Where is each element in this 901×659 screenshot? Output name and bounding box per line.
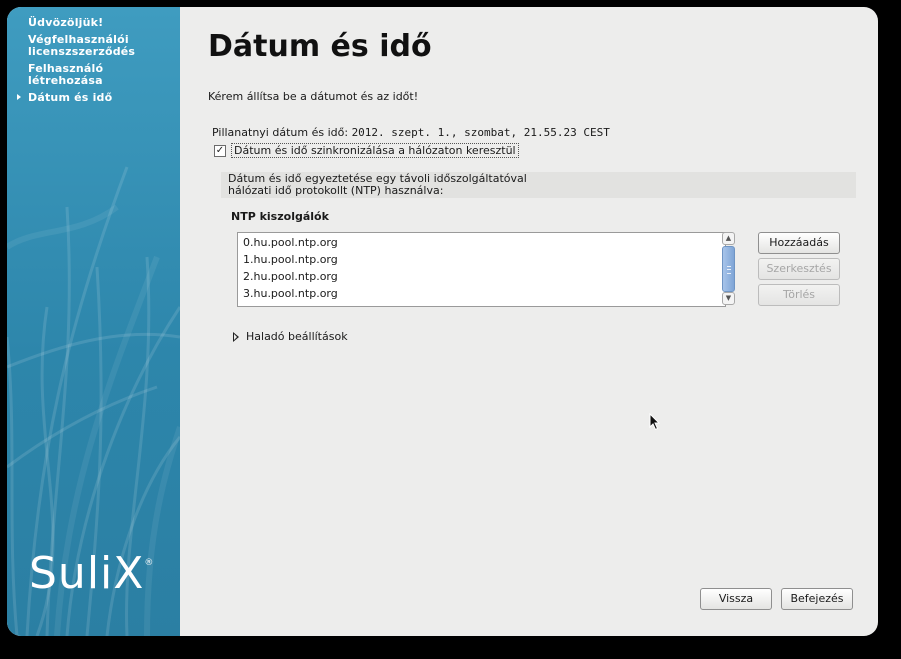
- step-date-time: Dátum és idő: [7, 92, 180, 104]
- current-datetime-value: 2012. szept. 1., szombat, 21.55.23 CEST: [351, 126, 610, 139]
- back-button[interactable]: Vissza: [700, 588, 772, 610]
- list-item[interactable]: 1.hu.pool.ntp.org: [243, 251, 725, 268]
- sync-checkbox[interactable]: ✓: [214, 144, 226, 157]
- registered-mark: ®: [144, 558, 155, 568]
- advanced-settings-label[interactable]: Haladó beállítások: [246, 330, 348, 343]
- step-create-user: Felhasználó létrehozása: [7, 63, 180, 87]
- page-title: Dátum és idő: [208, 29, 432, 64]
- content-pane: Dátum és idő Kérem állítsa be a dátumot …: [180, 7, 878, 636]
- scroll-up-icon[interactable]: ▲: [722, 232, 735, 245]
- ntp-server-list[interactable]: 0.hu.pool.ntp.org 1.hu.pool.ntp.org 2.hu…: [237, 232, 726, 307]
- add-server-button[interactable]: Hozzáadás: [758, 232, 840, 254]
- current-datetime-label: Pillanatnyi dátum és idő:: [212, 126, 349, 139]
- step-license: Végfelhasználói licenszszerződés: [7, 34, 180, 58]
- logo-text: SuliX: [29, 548, 145, 599]
- ntp-info-line: hálózati idő protokollt (NTP) használva:: [228, 184, 444, 197]
- installer-window: Üdvözöljük! Végfelhasználói licenszszerz…: [7, 7, 878, 636]
- list-item[interactable]: 2.hu.pool.ntp.org: [243, 268, 725, 285]
- step-label: Felhasználó létrehozása: [28, 62, 104, 87]
- step-label: Végfelhasználói licenszszerződés: [28, 33, 136, 58]
- step-label: Üdvözöljük!: [28, 16, 104, 29]
- server-list-scrollbar[interactable]: ▲ ▼: [721, 232, 736, 306]
- current-datetime: Pillanatnyi dátum és idő: 2012. szept. 1…: [212, 126, 610, 139]
- expander-arrow-icon[interactable]: [233, 331, 239, 342]
- list-item[interactable]: 0.hu.pool.ntp.org: [243, 234, 725, 251]
- finish-button[interactable]: Befejezés: [781, 588, 853, 610]
- sidebar: Üdvözöljük! Végfelhasználói licenszszerz…: [7, 7, 180, 636]
- scroll-down-icon[interactable]: ▼: [722, 292, 735, 305]
- step-welcome: Üdvözöljük!: [7, 17, 180, 29]
- mouse-cursor-icon: [649, 413, 661, 431]
- steps-list: Üdvözöljük! Végfelhasználói licenszszerz…: [7, 17, 180, 109]
- sync-checkbox-row[interactable]: ✓ Dátum és idő szinkronizálása a hálózat…: [214, 143, 519, 158]
- scroll-thumb[interactable]: [722, 246, 735, 292]
- step-label: Dátum és idő: [28, 91, 113, 104]
- sulix-logo: SuliX ®: [29, 548, 153, 599]
- list-item[interactable]: 3.hu.pool.ntp.org: [243, 285, 725, 302]
- delete-server-button[interactable]: Törlés: [758, 284, 840, 306]
- edit-server-button[interactable]: Szerkesztés: [758, 258, 840, 280]
- advanced-settings-expander[interactable]: Haladó beállítások: [233, 330, 348, 343]
- ntp-servers-heading: NTP kiszolgálók: [231, 210, 329, 223]
- current-step-arrow-icon: [17, 94, 21, 100]
- scroll-grip-icon: [727, 266, 731, 274]
- intro-text: Kérem állítsa be a dátumot és az időt!: [208, 90, 419, 103]
- ntp-info: Dátum és idő egyeztetése egy távoli idős…: [221, 172, 856, 198]
- sync-checkbox-label[interactable]: Dátum és idő szinkronizálása a hálózaton…: [231, 143, 519, 158]
